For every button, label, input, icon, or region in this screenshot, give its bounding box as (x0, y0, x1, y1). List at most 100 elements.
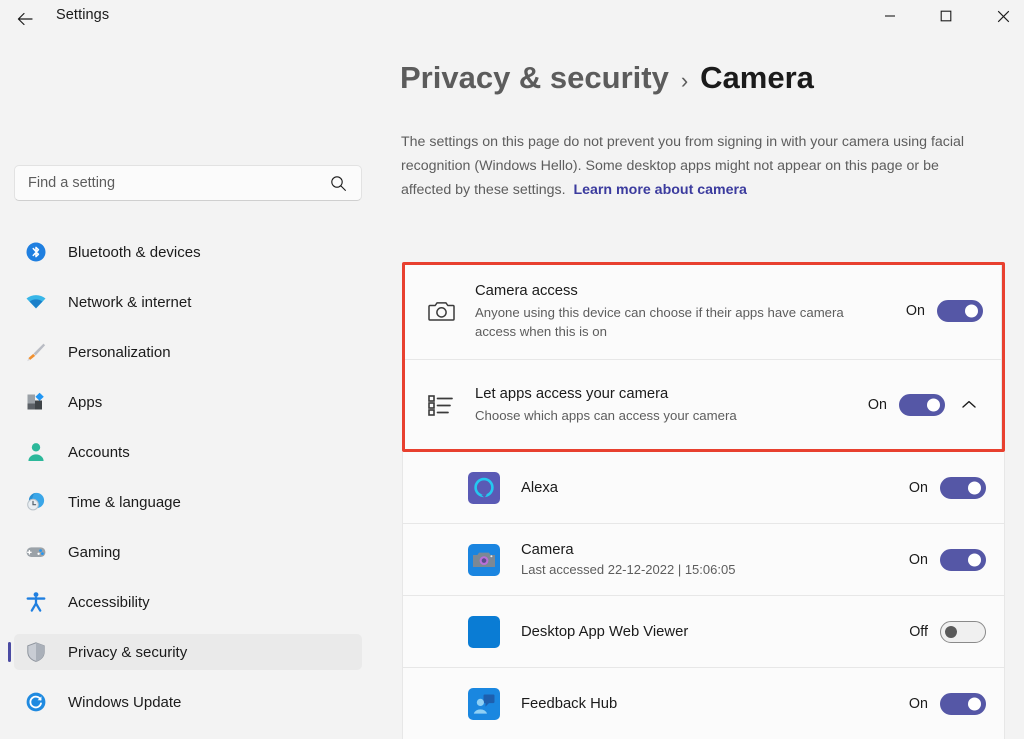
sidebar-item-bluetooth-devices[interactable]: Bluetooth & devices (14, 234, 362, 270)
app-name: Camera (521, 542, 574, 558)
app-toggle-alexa[interactable] (940, 476, 986, 499)
accessibility-icon (24, 590, 48, 614)
chevron-up-icon[interactable] (955, 391, 983, 419)
toggle-knob (945, 625, 957, 638)
close-icon (997, 10, 1009, 22)
content-area: Privacy & security › Camera The settings… (378, 38, 1024, 739)
toggle-knob (968, 553, 981, 566)
minimize-icon (885, 15, 895, 17)
setting-text-block: Camera access Anyone using this device c… (475, 281, 903, 341)
breadcrumb: Privacy & security › Camera (400, 60, 814, 96)
wifi-icon (24, 290, 48, 314)
bluetooth-icon (24, 240, 48, 264)
paintbrush-icon (24, 340, 48, 364)
shield-icon (24, 640, 48, 664)
sidebar: Bluetooth & devices Network & internet (0, 38, 378, 739)
sidebar-item-network-internet[interactable]: Network & internet (14, 284, 362, 320)
setting-title: Camera access (475, 283, 578, 299)
toggle-knob (968, 481, 981, 494)
setting-control-group: On (903, 300, 983, 322)
page-title: Camera (700, 60, 814, 95)
app-text-block: Desktop App Web Viewer (521, 622, 906, 642)
search-input[interactable] (28, 175, 318, 191)
gamepad-icon (24, 540, 48, 564)
app-name: Desktop App Web Viewer (521, 623, 689, 640)
sidebar-item-label: Accessibility (68, 593, 150, 611)
let-apps-access-camera-toggle[interactable] (899, 393, 945, 416)
toggle-state-label: On (905, 303, 925, 319)
app-row-desktop-app-web-viewer[interactable]: Desktop App Web Viewer Off (402, 596, 1005, 668)
sidebar-nav: Bluetooth & devices Network & internet P… (8, 234, 362, 734)
camera-access-toggle[interactable] (937, 300, 983, 322)
search-icon (330, 175, 347, 197)
sidebar-item-time-language[interactable]: Time & language (14, 484, 362, 520)
setting-row-let-apps-access-camera[interactable]: Let apps access your camera Choose which… (402, 360, 1002, 450)
sidebar-item-label: Bluetooth & devices (68, 243, 201, 261)
camera-settings-group: Camera access Anyone using this device c… (402, 262, 1005, 452)
sidebar-item-windows-update[interactable]: Windows Update (14, 684, 362, 720)
setting-subtitle: Choose which apps can access your camera (475, 408, 737, 423)
close-button[interactable] (980, 0, 1024, 32)
app-name: Feedback Hub (521, 695, 618, 712)
app-row-alexa[interactable]: Alexa On (402, 452, 1005, 524)
feedback-hub-icon (468, 687, 500, 720)
back-arrow-icon (17, 12, 33, 26)
sidebar-item-label: Gaming (68, 543, 121, 561)
update-refresh-icon (24, 690, 48, 714)
setting-text-block: Let apps access your camera Choose which… (475, 384, 865, 425)
camera-icon (423, 299, 459, 323)
app-toggle-feedback-hub[interactable] (940, 692, 986, 715)
toggle-state-label: On (908, 479, 928, 496)
app-text-block: Camera Last accessed 22-12-2022 | 15:06:… (521, 540, 906, 579)
sidebar-item-label: Personalization (68, 343, 171, 361)
minimize-button[interactable] (867, 0, 913, 32)
app-control-group: On (906, 692, 986, 715)
page-description: The settings on this page do not prevent… (401, 130, 993, 202)
app-control-group: On (906, 548, 986, 571)
app-toggle-camera[interactable] (940, 548, 986, 571)
back-button[interactable] (10, 4, 40, 34)
sidebar-item-privacy-security[interactable]: Privacy & security (8, 634, 362, 670)
sidebar-item-label: Network & internet (68, 293, 192, 311)
breadcrumb-separator-icon: › (680, 68, 689, 93)
app-permission-list: Alexa On Camera Last accessed 22-12-2022… (402, 452, 1005, 739)
toggle-knob (927, 398, 940, 411)
app-toggle-desktop-app-web-viewer[interactable] (940, 620, 986, 643)
apps-icon (24, 390, 48, 414)
maximize-button[interactable] (923, 0, 969, 32)
sidebar-item-accessibility[interactable]: Accessibility (14, 584, 362, 620)
app-control-group: On (906, 476, 986, 499)
toggle-state-label: On (908, 695, 928, 712)
toggle-knob (968, 697, 981, 710)
learn-more-link[interactable]: Learn more about camera (573, 182, 746, 198)
setting-title: Let apps access your camera (475, 386, 669, 402)
breadcrumb-parent-link[interactable]: Privacy & security (400, 60, 669, 96)
sidebar-item-label: Apps (68, 393, 103, 411)
sidebar-item-label: Accounts (68, 443, 130, 461)
app-row-feedback-hub[interactable]: Feedback Hub On (402, 668, 1005, 739)
toggle-state-label: On (867, 396, 887, 413)
account-icon (24, 440, 48, 464)
setting-control-group: On (865, 391, 983, 419)
list-icon (423, 394, 459, 416)
sidebar-item-accounts[interactable]: Accounts (14, 434, 362, 470)
setting-row-camera-access[interactable]: Camera access Anyone using this device c… (402, 262, 1002, 360)
sidebar-item-personalization[interactable]: Personalization (14, 334, 362, 370)
selection-accent-bar (8, 642, 11, 662)
app-name: Alexa (521, 479, 559, 496)
toggle-knob (965, 304, 978, 318)
clock-globe-icon (24, 490, 48, 514)
app-row-camera[interactable]: Camera Last accessed 22-12-2022 | 15:06:… (402, 524, 1005, 596)
sidebar-item-apps[interactable]: Apps (14, 384, 362, 420)
sidebar-item-label: Privacy & security (68, 643, 188, 661)
alexa-app-icon (468, 471, 500, 504)
setting-subtitle: Anyone using this device can choose if t… (475, 305, 844, 339)
sidebar-item-label: Windows Update (68, 693, 182, 711)
sidebar-item-gaming[interactable]: Gaming (14, 534, 362, 570)
desktop-app-web-viewer-icon (468, 615, 500, 648)
title-bar: Settings (0, 0, 1024, 38)
search-box[interactable] (14, 165, 362, 201)
app-control-group: Off (906, 620, 986, 643)
app-title: Settings (56, 7, 110, 23)
camera-app-icon (468, 543, 500, 576)
